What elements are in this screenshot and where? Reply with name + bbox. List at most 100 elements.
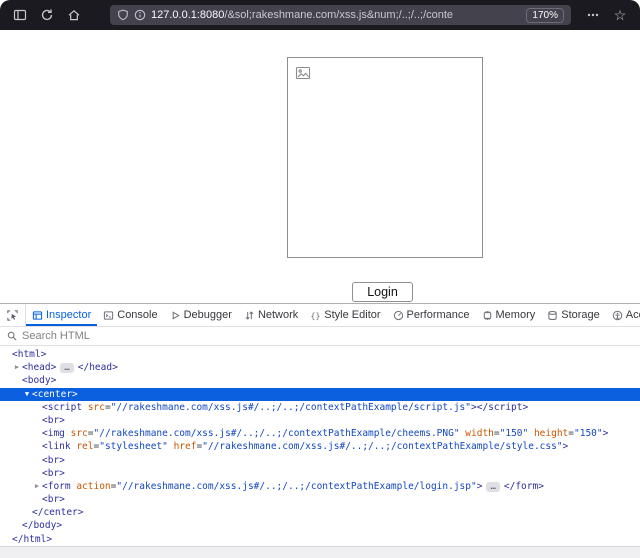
- tab-label: Performance: [407, 309, 470, 321]
- markup-line[interactable]: ▶<head> … </head>: [0, 361, 640, 374]
- devtools-tab-inspector[interactable]: Inspector: [26, 304, 97, 326]
- style-editor-icon: {}: [310, 310, 321, 321]
- markup-token-tag[interactable]: </html>: [12, 534, 52, 545]
- more-actions-button[interactable]: [580, 3, 606, 27]
- markup-line[interactable]: </center>: [0, 506, 640, 519]
- devtools-tab-console[interactable]: Console: [97, 304, 163, 326]
- zoom-level-badge[interactable]: 170%: [526, 8, 564, 23]
- markup-line[interactable]: ▼<center>: [0, 388, 640, 401]
- sidebar-button[interactable]: [7, 3, 33, 27]
- url-text[interactable]: 127.0.0.1:8080/&sol;rakeshmane.com/xss.j…: [151, 9, 515, 21]
- markup-line[interactable]: </body>: [0, 519, 640, 532]
- markup-line[interactable]: <link rel="stylesheet" href="//rakeshman…: [0, 440, 640, 453]
- markup-token-tag[interactable]: <center>: [32, 389, 78, 400]
- markup-line[interactable]: <br>: [0, 454, 640, 467]
- url-bar[interactable]: 127.0.0.1:8080/&sol;rakeshmane.com/xss.j…: [110, 5, 571, 25]
- bookmark-star-button[interactable]: ☆: [607, 3, 633, 27]
- login-button[interactable]: Login: [352, 282, 413, 302]
- url-path: /&sol;rakeshmane.com/xss.js&num;/..;/..;…: [224, 9, 453, 21]
- inspector-icon: [32, 310, 43, 321]
- element-picker-button[interactable]: [0, 304, 26, 326]
- devtools-tab-debugger[interactable]: Debugger: [164, 304, 238, 326]
- markup-token-tag[interactable]: <br>: [42, 494, 65, 505]
- site-info-icon[interactable]: [134, 9, 146, 21]
- markup-token-val[interactable]: "//rakeshmane.com/xss.js#/..;/..;/contex…: [111, 402, 471, 413]
- markup-token-attr[interactable]: src: [65, 428, 88, 439]
- markup-token-tag[interactable]: <link: [42, 441, 71, 452]
- devtools-tab-storage[interactable]: Storage: [541, 304, 606, 326]
- markup-token-attr[interactable]: width: [460, 428, 494, 439]
- element-picker-icon: [6, 309, 19, 322]
- devtools-tabs: Inspector Console Debugger Network {}Style E…: [26, 304, 640, 326]
- markup-line[interactable]: <br>: [0, 414, 640, 427]
- markup-line[interactable]: <br>: [0, 493, 640, 506]
- devtools-tab-memory[interactable]: Memory: [476, 304, 542, 326]
- search-html-input[interactable]: [22, 330, 633, 342]
- home-icon: [67, 8, 81, 22]
- markup-token-tag[interactable]: </form>: [504, 481, 544, 492]
- sidebar-icon: [13, 8, 27, 22]
- inline-expander-badge[interactable]: …: [486, 482, 499, 492]
- markup-token-tag[interactable]: >: [563, 441, 569, 452]
- devtools-panel: Inspector Console Debugger Network {}Style E…: [0, 303, 640, 558]
- twisty-closed-icon[interactable]: ▶: [12, 361, 22, 374]
- twisty-closed-icon[interactable]: ▶: [32, 480, 42, 493]
- browser-window: 127.0.0.1:8080/&sol;rakeshmane.com/xss.j…: [0, 0, 640, 558]
- devtools-tab-network[interactable]: Network: [238, 304, 304, 326]
- markup-token-tag[interactable]: <html>: [12, 349, 46, 360]
- inline-expander-badge[interactable]: …: [60, 363, 73, 373]
- devtools-tab-style-editor[interactable]: {}Style Editor: [304, 304, 386, 326]
- markup-token-tag[interactable]: >: [477, 481, 483, 492]
- markup-token-tag[interactable]: <script: [42, 402, 82, 413]
- markup-line[interactable]: <html>: [0, 348, 640, 361]
- broken-image-icon: [295, 65, 311, 81]
- markup-token-tag[interactable]: <head>: [22, 362, 56, 373]
- url-domain: 127.0.0.1:8080: [151, 9, 224, 21]
- memory-icon: [482, 310, 493, 321]
- tab-label: Console: [117, 309, 157, 321]
- markup-token-attr[interactable]: height: [528, 428, 568, 439]
- markup-token-tag[interactable]: <img: [42, 428, 65, 439]
- markup-token-val[interactable]: "stylesheet": [99, 441, 168, 452]
- accessibility-icon: [612, 310, 623, 321]
- markup-token-tag[interactable]: <body>: [22, 375, 56, 386]
- twisty-open-icon[interactable]: ▼: [22, 388, 32, 401]
- devtools-tab-performance[interactable]: Performance: [387, 304, 476, 326]
- markup-token-attr[interactable]: src: [82, 402, 105, 413]
- markup-token-val[interactable]: "//rakeshmane.com/xss.js#/..;/..;/contex…: [94, 428, 460, 439]
- markup-token-tag[interactable]: >: [603, 428, 609, 439]
- markup-token-attr[interactable]: href: [168, 441, 197, 452]
- markup-token-val[interactable]: "//rakeshmane.com/xss.js#/..;/..;/contex…: [202, 441, 562, 452]
- markup-scrollbar[interactable]: [0, 546, 640, 558]
- markup-line[interactable]: ▶<form action="//rakeshmane.com/xss.js#/…: [0, 480, 640, 493]
- markup-token-tag[interactable]: <form: [42, 481, 71, 492]
- markup-token-attr[interactable]: rel: [71, 441, 94, 452]
- tab-label: Acc: [626, 309, 640, 321]
- markup-token-tag[interactable]: <br>: [42, 455, 65, 466]
- markup-line[interactable]: </html>: [0, 533, 640, 546]
- search-icon: [7, 331, 17, 341]
- markup-token-val[interactable]: "150": [574, 428, 603, 439]
- markup-token-attr[interactable]: action: [71, 481, 111, 492]
- markup-token-tag[interactable]: </body>: [22, 520, 62, 531]
- markup-line[interactable]: <script src="//rakeshmane.com/xss.js#/..…: [0, 401, 640, 414]
- markup-token-tag[interactable]: <br>: [42, 468, 65, 479]
- tracking-protection-shield-icon[interactable]: [117, 9, 129, 21]
- markup-token-tag[interactable]: <br>: [42, 415, 65, 426]
- devtools-tab-accessibility[interactable]: Acc: [606, 304, 640, 326]
- markup-line[interactable]: <body>: [0, 374, 640, 387]
- markup-token-tag[interactable]: </center>: [32, 507, 83, 518]
- markup-token-val[interactable]: "//rakeshmane.com/xss.js#/..;/..;/contex…: [116, 481, 476, 492]
- markup-line[interactable]: <img src="//rakeshmane.com/xss.js#/..;/.…: [0, 427, 640, 440]
- console-icon: [103, 310, 114, 321]
- tab-label: Network: [258, 309, 298, 321]
- tab-label: Inspector: [46, 309, 91, 321]
- bookmark-star-icon: ☆: [614, 8, 627, 22]
- markup-token-tag[interactable]: ></script>: [471, 402, 528, 413]
- tab-label: Storage: [561, 309, 600, 321]
- home-button[interactable]: [61, 3, 87, 27]
- markup-token-tag[interactable]: </head>: [78, 362, 118, 373]
- reload-button[interactable]: [34, 3, 60, 27]
- markup-token-val[interactable]: "150": [500, 428, 529, 439]
- markup-line[interactable]: <br>: [0, 467, 640, 480]
